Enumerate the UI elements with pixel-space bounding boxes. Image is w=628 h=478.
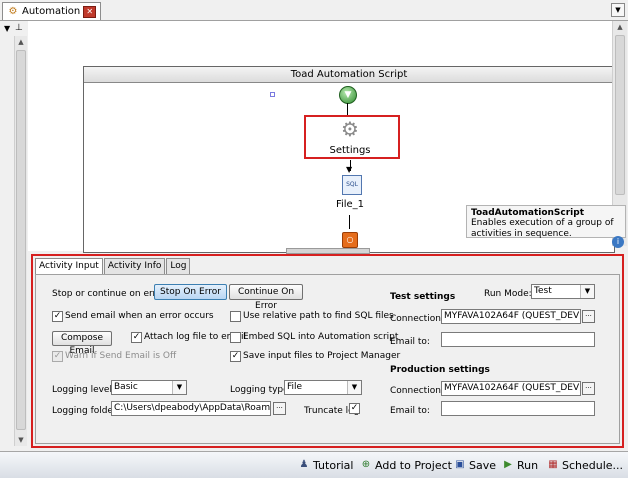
embed-sql-label: Embed SQL into Automation script — [243, 332, 399, 342]
sql-file-icon[interactable]: SQL — [342, 175, 362, 195]
scroll-down-arrow-icon[interactable]: ▼ — [15, 434, 27, 446]
automation-icon: ⚙ — [8, 5, 18, 17]
test-settings-heading: Test settings — [390, 292, 456, 302]
dropdown-arrow-icon[interactable]: ▼ — [172, 381, 186, 394]
activity-tabs: Activity Input Activity Info Log — [35, 258, 191, 275]
test-connection-label: Connection: — [390, 314, 444, 324]
scroll-thumb[interactable] — [615, 35, 625, 195]
logging-type-value: File — [287, 382, 303, 392]
add-to-project-button[interactable]: ⊕ Add to Project — [360, 458, 452, 472]
add-to-project-label: Add to Project — [375, 458, 452, 472]
test-email-label: Email to: — [390, 337, 430, 347]
tutorial-button[interactable]: ♟ Tutorial — [298, 458, 354, 472]
logging-level-select[interactable]: Basic ▼ — [111, 380, 187, 395]
send-email-label: Send email when an error occurs — [65, 311, 214, 321]
start-icon[interactable]: ▼ — [339, 86, 357, 104]
warn-if-email-off-label: Warn if Send Email is Off — [65, 351, 177, 361]
document-tab-strip: ⚙ Automation ✕ ▼ — [0, 0, 628, 21]
save-input-files-checkbox[interactable]: ✓ — [230, 351, 241, 362]
left-vertical-scrollbar[interactable]: ▲ ▼ — [14, 36, 27, 446]
browse-folder-button[interactable]: ··· — [273, 402, 286, 415]
tab-activity-input[interactable]: Activity Input — [35, 258, 103, 275]
action-toolbar: ♟ Tutorial ⊕ Add to Project ▣ Save ▶ Run… — [0, 451, 628, 478]
production-connection-input[interactable]: MYFAVA102A64F (QUEST_DEV), QUES — [441, 381, 581, 396]
production-connection-label: Connection: — [390, 386, 444, 396]
script-title: Toad Automation Script — [84, 67, 614, 83]
automation-tab[interactable]: ⚙ Automation ✕ — [2, 2, 102, 20]
run-label: Run — [517, 458, 539, 472]
continue-on-error-button[interactable]: Continue On Error — [229, 284, 303, 311]
production-settings-heading: Production settings — [390, 365, 490, 375]
connector-line — [347, 103, 348, 115]
run-mode-select[interactable]: Test ▼ — [531, 284, 595, 299]
tutorial-label: Tutorial — [313, 458, 354, 472]
logging-folder-input[interactable]: C:\Users\dpeabody\AppData\Roaming\Ques — [111, 401, 271, 416]
save-button[interactable]: ▣ Save — [454, 458, 496, 472]
run-button[interactable]: ▶ Run — [502, 458, 538, 472]
tab-list-dropdown-icon[interactable]: ▼ — [611, 3, 625, 17]
compose-email-button[interactable]: Compose Email — [52, 331, 112, 356]
dropdown-arrow-icon[interactable]: ▼ — [347, 381, 361, 394]
scroll-up-arrow-icon[interactable]: ▲ — [613, 21, 627, 33]
settings-activity-label[interactable]: Settings — [314, 145, 386, 156]
truncate-log-checkbox[interactable]: ✓ — [349, 403, 360, 414]
settings-gear-icon[interactable]: ⚙ — [340, 119, 360, 139]
run-mode-label: Run Mode: — [484, 289, 532, 299]
test-connection-browse-button[interactable]: ··· — [582, 310, 595, 323]
connector-line — [349, 215, 350, 229]
pin-icon[interactable]: ⊥ — [15, 23, 23, 33]
schedule-label: Schedule... — [562, 458, 624, 472]
production-email-label: Email to: — [390, 406, 430, 416]
logging-type-select[interactable]: File ▼ — [284, 380, 362, 395]
tab-activity-info[interactable]: Activity Info — [103, 258, 166, 274]
logging-level-label: Logging level: — [52, 385, 115, 395]
run-mode-value: Test — [534, 286, 552, 296]
tooltip-title: ToadAutomationScript — [471, 208, 585, 218]
warn-if-email-off-checkbox[interactable]: ✓ — [52, 351, 63, 362]
test-connection-input[interactable]: MYFAVA102A64F (QUEST_DEV), QUES — [441, 309, 581, 324]
send-email-checkbox[interactable]: ✓ — [52, 311, 63, 322]
logging-type-label: Logging type: — [230, 385, 292, 395]
dock-dropdown-icon[interactable]: ▼ — [4, 24, 10, 33]
relative-path-checkbox[interactable] — [230, 311, 241, 322]
schedule-button[interactable]: ▦ Schedule... — [547, 458, 623, 472]
close-tab-icon[interactable]: ✕ — [83, 5, 97, 18]
scroll-thumb[interactable] — [16, 50, 26, 430]
tooltip-body: Enables execution of a group of activiti… — [471, 218, 614, 239]
embed-sql-checkbox[interactable] — [230, 332, 241, 343]
logging-folder-label: Logging folder: — [52, 406, 120, 416]
selection-handle — [270, 92, 275, 97]
logging-level-value: Basic — [114, 382, 138, 392]
connector-arrow-icon: ▼ — [346, 165, 353, 174]
save-label: Save — [469, 458, 497, 472]
scroll-up-arrow-icon[interactable]: ▲ — [15, 36, 27, 48]
file-activity-label[interactable]: File_1 — [324, 199, 376, 210]
production-email-input[interactable] — [441, 401, 595, 416]
info-icon[interactable]: i — [612, 236, 624, 248]
end-icon[interactable]: ○ — [342, 232, 358, 248]
schedule-icon: ▦ — [548, 459, 558, 470]
tutorial-icon: ♟ — [299, 459, 309, 470]
add-to-project-icon: ⊕ — [361, 459, 371, 470]
tab-log[interactable]: Log — [166, 258, 191, 274]
automation-tab-label: Automation — [22, 6, 81, 17]
stop-or-continue-label: Stop or continue on error: — [52, 289, 169, 299]
run-icon: ▶ — [504, 459, 512, 470]
attach-log-checkbox[interactable]: ✓ — [131, 332, 142, 343]
stop-on-error-button[interactable]: Stop On Error — [154, 284, 227, 300]
production-connection-browse-button[interactable]: ··· — [582, 382, 595, 395]
save-icon: ▣ — [455, 459, 465, 470]
activity-tooltip: ToadAutomationScript Enables execution o… — [466, 205, 626, 239]
relative-path-label: Use relative path to find SQL files — [243, 311, 394, 321]
save-input-files-label: Save input files to Project Manager — [243, 351, 401, 361]
test-email-input[interactable] — [441, 332, 595, 347]
dropdown-arrow-icon[interactable]: ▼ — [580, 285, 594, 298]
